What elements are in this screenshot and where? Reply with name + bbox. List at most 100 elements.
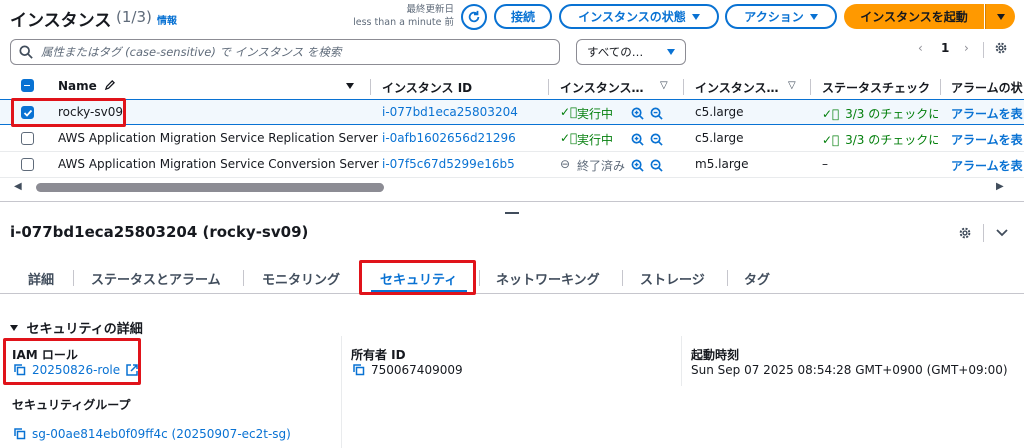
caret-down-icon (667, 49, 675, 55)
info-link[interactable]: 情報 (157, 12, 177, 27)
next-page-icon[interactable]: › (964, 41, 969, 55)
zoom-in-icon[interactable] (631, 133, 644, 146)
check-circle-icon: ✓⃝ (822, 107, 840, 121)
tab-divider (479, 270, 480, 286)
filter-select[interactable]: すべての… (576, 39, 686, 65)
edit-icon (104, 80, 115, 91)
tab-networking[interactable]: ネットワーキング (496, 269, 600, 288)
page-number[interactable]: 1 (941, 41, 949, 55)
instance-state-label: インスタンスの状態 (578, 10, 686, 24)
row-name: AWS Application Migration Service Conver… (58, 157, 379, 171)
copy-icon[interactable] (14, 428, 26, 440)
tab-divider (727, 270, 728, 286)
sort-icon[interactable]: ▽ (660, 80, 668, 91)
row-name: AWS Application Migration Service Replic… (58, 131, 378, 145)
panel-divider (0, 201, 1024, 202)
column-divider (370, 79, 371, 95)
tab-details[interactable]: 詳細 (28, 269, 54, 288)
tab-tags[interactable]: タグ (744, 269, 770, 288)
copy-icon[interactable] (14, 364, 26, 376)
zoom-out-icon[interactable] (650, 107, 663, 120)
column-header-name[interactable]: Name (58, 79, 115, 93)
row-instance-id-link[interactable]: i-07f5c67d5299e16b5 (382, 157, 515, 171)
last-updated-label: 最終更新日 (406, 4, 454, 15)
tab-divider (243, 270, 244, 286)
row-alarm-link[interactable]: アラームを表 (951, 157, 1024, 174)
resize-handle[interactable] (505, 212, 519, 214)
row-status-check: ✓⃝ 3/3 のチェックに (822, 107, 938, 121)
row-state: ⊖ (560, 157, 570, 171)
row-alarm-link[interactable]: アラームを表 (951, 105, 1024, 122)
section-header[interactable]: セキュリティの詳細 (10, 318, 143, 337)
last-updated-value: less than a minute 前 (353, 17, 454, 28)
scroll-right-icon[interactable]: ▶ (996, 181, 1004, 192)
gear-icon[interactable] (994, 41, 1008, 55)
prev-page-icon[interactable]: ‹ (918, 41, 923, 55)
table-row[interactable]: AWS Application Migration Service Conver… (0, 152, 1024, 178)
tab-security[interactable]: セキュリティ (380, 269, 457, 288)
zoom-in-icon[interactable] (631, 159, 644, 172)
row-checkbox[interactable] (21, 106, 34, 119)
row-checkbox[interactable] (21, 132, 34, 145)
scrollbar-thumb[interactable] (36, 183, 384, 192)
row-alarm-link[interactable]: アラームを表 (951, 131, 1024, 148)
row-instance-id-link[interactable]: i-077bd1eca25803204 (382, 105, 518, 119)
actions-button[interactable]: アクション (725, 4, 837, 29)
table-row[interactable]: rocky-sv09 i-077bd1eca25803204 ✓⃝ 実行中 c5… (0, 99, 1024, 125)
launch-time-label: 起動時刻 (691, 348, 740, 362)
row-name: rocky-sv09 (58, 105, 123, 119)
tab-storage[interactable]: ストレージ (640, 269, 705, 288)
table-row[interactable]: AWS Application Migration Service Replic… (0, 126, 1024, 152)
column-header-status-check[interactable]: ステータスチェック (822, 79, 936, 96)
column-header-alarm[interactable]: アラームの状 (951, 79, 1024, 96)
row-status-check: – (822, 157, 828, 171)
connect-label: 接続 (510, 10, 535, 24)
caret-down-icon (691, 13, 700, 20)
column-header-instance-type[interactable]: インスタンス… (695, 79, 779, 96)
row-state: ✓⃝ (560, 105, 577, 119)
scroll-left-icon[interactable]: ◀ (14, 181, 22, 192)
search-input[interactable]: 属性またはタグ (case-sensitive) で インスタンス を検索 (10, 39, 560, 65)
row-checkbox[interactable] (21, 158, 34, 171)
row-state: ✓⃝ (560, 131, 577, 145)
zoom-out-icon[interactable] (650, 159, 663, 172)
zoom-out-icon[interactable] (650, 133, 663, 146)
tab-bar: 詳細 ステータスとアラーム モニタリング セキュリティ ネットワーキング ストレ… (0, 262, 1024, 294)
details-title: i-077bd1eca25803204 (rocky-sv09) (10, 223, 309, 241)
gear-icon[interactable] (958, 226, 972, 240)
sort-icon[interactable]: ▽ (788, 80, 796, 91)
search-icon (19, 45, 33, 59)
tab-status-alarms[interactable]: ステータスとアラーム (91, 269, 221, 288)
sort-down-icon[interactable] (346, 83, 354, 89)
stopped-circle-icon: ⊖ (560, 157, 571, 171)
toolbar-divider (983, 224, 984, 242)
external-link-icon[interactable] (126, 364, 138, 376)
instance-state-button[interactable]: インスタンスの状態 (559, 4, 719, 29)
chevron-down-icon[interactable] (996, 228, 1008, 238)
copy-icon[interactable] (353, 364, 365, 376)
select-all-checkbox[interactable] (21, 79, 34, 92)
owner-id-value: 750067409009 (353, 363, 463, 377)
owner-id-text: 750067409009 (371, 363, 463, 377)
caret-down-icon (809, 13, 818, 20)
pager-divider (983, 42, 984, 58)
launch-instance-button[interactable]: インスタンスを起動 (844, 4, 984, 29)
column-divider (681, 336, 682, 386)
owner-id-label: 所有者 ID (351, 348, 406, 362)
tab-monitoring[interactable]: モニタリング (262, 269, 340, 288)
zoom-in-icon[interactable] (631, 107, 644, 120)
last-updated: 最終更新日 less than a minute 前 (350, 3, 454, 29)
refresh-button[interactable] (461, 4, 487, 30)
row-state-label: 終了済み (577, 159, 626, 173)
column-header-instance-state[interactable]: インスタンス… (560, 79, 644, 96)
connect-button[interactable]: 接続 (494, 4, 552, 29)
column-header-instance-id[interactable]: インスタンス ID (382, 79, 472, 96)
filter-select-value: すべての… (587, 45, 644, 59)
launch-dropdown-button[interactable] (985, 4, 1015, 29)
row-instance-id-link[interactable]: i-0afb1602656d21296 (382, 131, 516, 145)
security-group-link[interactable]: sg-00ae814eb0f09ff4c (20250907-ec2t-sg) (32, 427, 291, 441)
search-placeholder: 属性またはタグ (case-sensitive) で インスタンス を検索 (41, 45, 342, 59)
iam-role-value: 20250826-role (14, 363, 138, 377)
launch-label: インスタンスを起動 (860, 10, 968, 24)
iam-role-link[interactable]: 20250826-role (32, 363, 120, 377)
